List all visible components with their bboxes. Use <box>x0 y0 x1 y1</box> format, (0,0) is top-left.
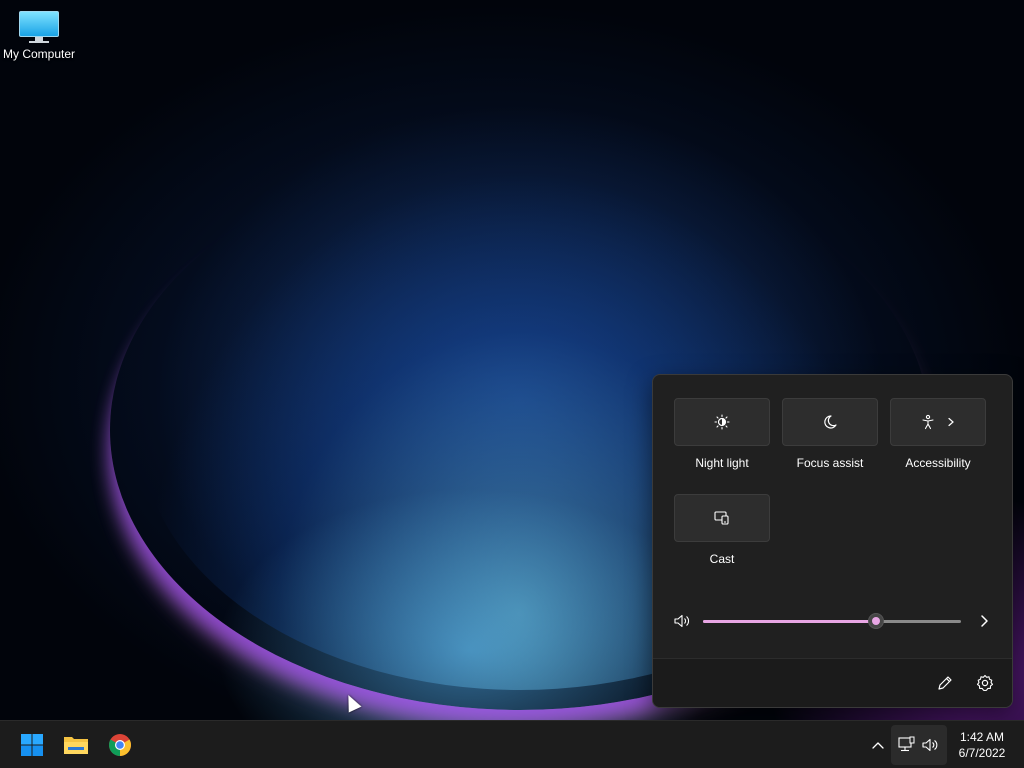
focus-assist-button[interactable] <box>782 398 878 446</box>
taskbar-clock[interactable]: 1:42 AM 6/7/2022 <box>948 729 1016 761</box>
speaker-icon <box>922 738 938 752</box>
quick-settings-footer <box>653 658 1012 707</box>
tile-night-light: Night light <box>674 398 770 470</box>
pencil-icon[interactable] <box>935 673 955 693</box>
quick-settings-panel: Night light Focus assist Accessibility C… <box>652 374 1013 708</box>
taskbar: 1:42 AM 6/7/2022 <box>0 720 1024 768</box>
chevron-up-icon[interactable] <box>868 735 888 755</box>
chevron-right-icon <box>948 417 954 427</box>
desktop-icon-label: My Computer <box>2 47 76 61</box>
accessibility-icon <box>922 414 934 430</box>
system-tray-quick-settings[interactable] <box>891 725 947 765</box>
chevron-right-icon[interactable] <box>975 612 993 630</box>
file-explorer-button[interactable] <box>60 729 92 761</box>
volume-slider[interactable] <box>703 613 961 629</box>
speaker-icon[interactable] <box>673 613 691 629</box>
cast-button[interactable] <box>674 494 770 542</box>
tile-label: Night light <box>695 456 749 470</box>
folder-icon <box>64 737 88 754</box>
desktop-icon-my-computer[interactable]: My Computer <box>0 8 78 61</box>
tile-focus-assist: Focus assist <box>782 398 878 470</box>
tile-label: Focus assist <box>796 456 864 470</box>
mouse-cursor <box>342 692 362 713</box>
night-light-icon <box>714 414 730 430</box>
tile-label: Accessibility <box>905 456 971 470</box>
tile-cast: Cast <box>674 494 770 566</box>
chrome-icon <box>109 734 131 756</box>
clock-date: 6/7/2022 <box>958 746 1006 760</box>
accessibility-button[interactable] <box>890 398 986 446</box>
monitor-icon <box>19 11 59 43</box>
clock-time: 1:42 AM <box>959 730 1005 744</box>
windows-logo-icon <box>21 734 43 756</box>
network-icon <box>898 736 915 752</box>
volume-row <box>673 611 993 631</box>
moon-icon <box>824 415 837 429</box>
volume-slider-fill <box>703 620 876 623</box>
volume-slider-thumb[interactable] <box>867 613 884 629</box>
tile-accessibility: Accessibility <box>890 398 986 470</box>
cast-icon <box>714 511 729 525</box>
night-light-button[interactable] <box>674 398 770 446</box>
start-button[interactable] <box>16 729 48 761</box>
chrome-button[interactable] <box>104 729 136 761</box>
gear-icon[interactable] <box>975 673 995 693</box>
tile-label: Cast <box>709 552 735 566</box>
